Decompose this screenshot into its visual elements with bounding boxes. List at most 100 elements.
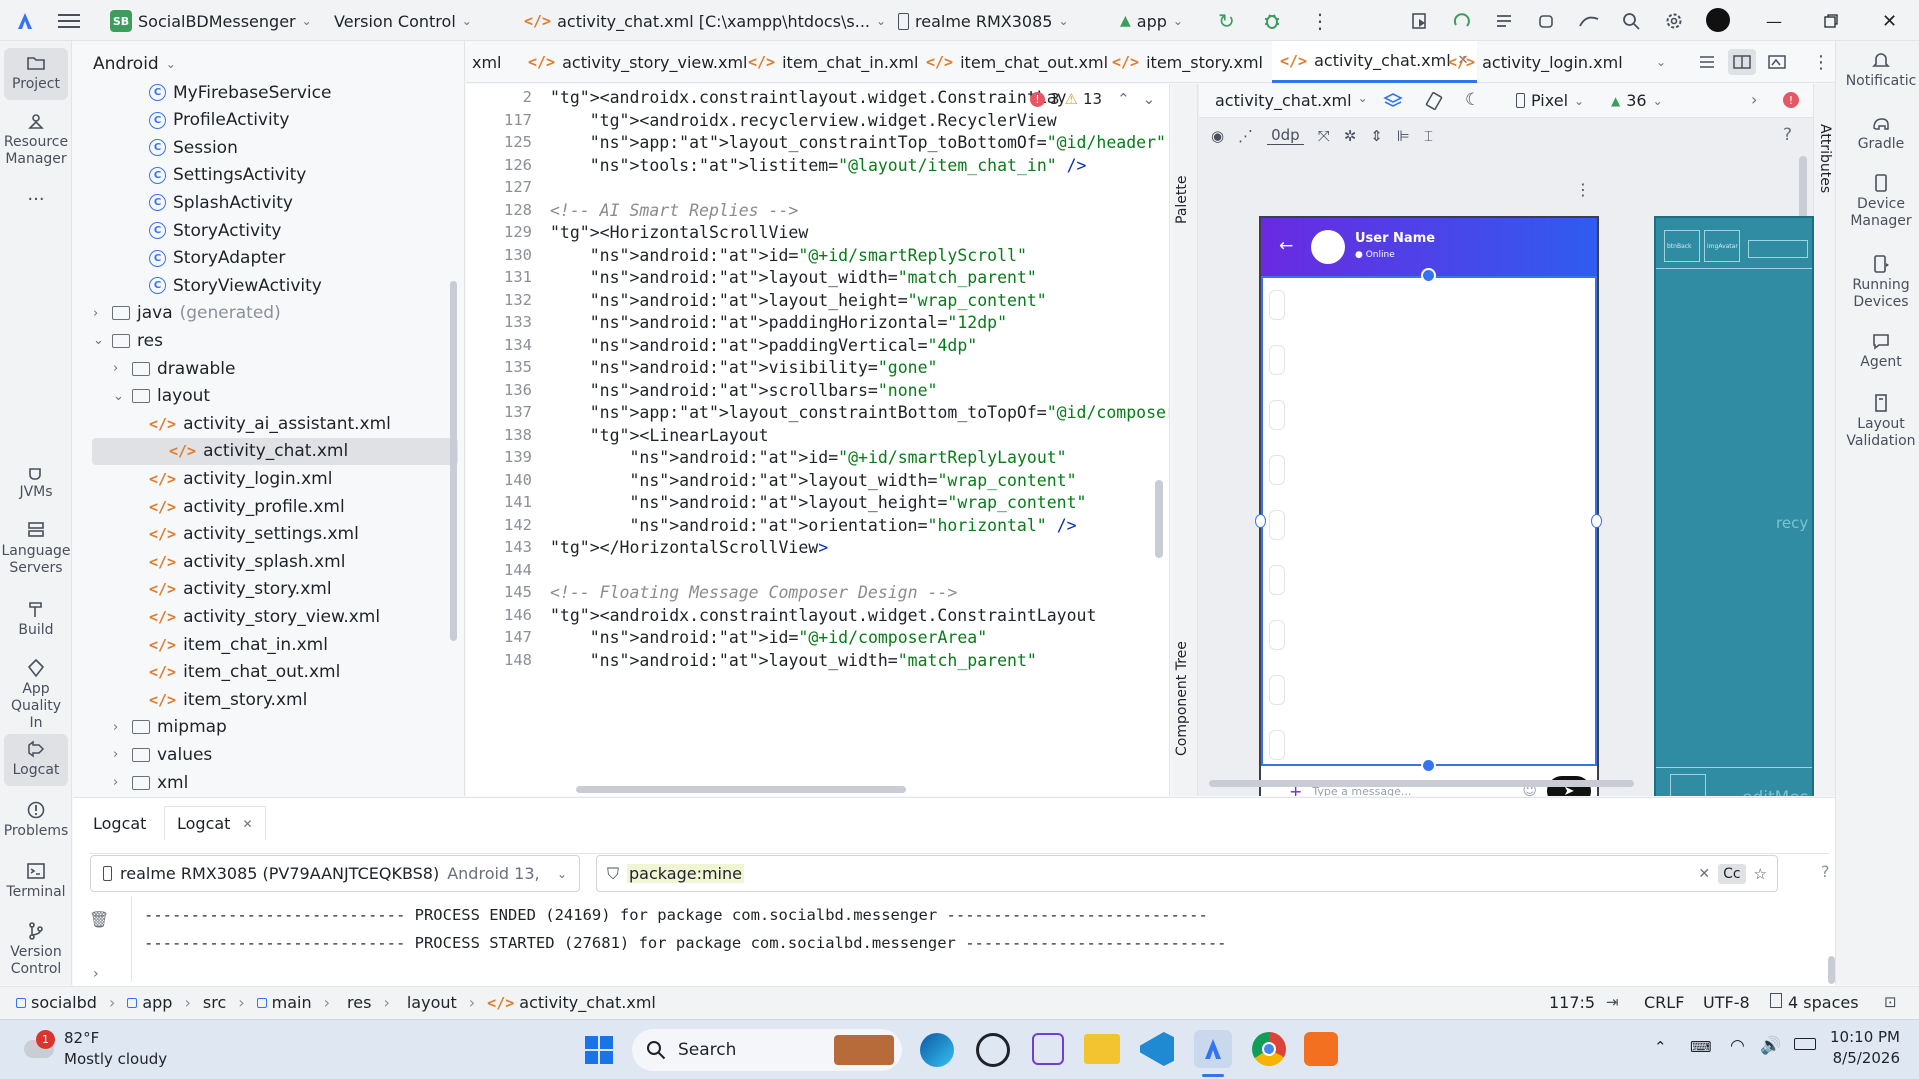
edge-icon[interactable] [920,1033,954,1067]
breadcrumb-item[interactable]: main [256,993,312,1012]
clear-constraints-icon[interactable]: ⤧ [1318,127,1330,145]
chevron-down-icon[interactable]: ⌄ [1143,90,1156,108]
more-actions-icon[interactable]: ⋮ [1812,41,1830,83]
code-line[interactable]: "ns">app:"at">layout_constraintTop_toBot… [550,133,1166,152]
tabs-dropdown-icon[interactable]: ⌄ [1656,41,1666,83]
tree-item-activity-story-view-xml[interactable]: </> activity_story_view.xml [149,603,380,630]
palette-tab[interactable]: Palette [1174,176,1190,225]
logcat-scrollbar[interactable] [1828,956,1835,984]
main-menu-icon[interactable] [58,8,80,34]
design-view-icon[interactable] [1768,41,1786,83]
tree-item-activity-ai-assistant-xml[interactable]: </> activity_ai_assistant.xml [149,410,391,437]
clear-filter-icon[interactable]: ✕ [1698,866,1710,882]
tool-version-control[interactable]: Version Control [4,921,68,978]
code-line[interactable]: "ns">android:"at">layout_width="match_pa… [550,268,1037,287]
chevron-right-icon[interactable]: › [113,775,125,790]
code-line[interactable]: "ns">android:"at">paddingHorizontal="12d… [550,313,1007,332]
code-line[interactable]: "ns">android:"at">visibility="gone" [550,358,938,377]
tab-item-chat-in[interactable]: </> item_chat_in.xml [748,41,918,83]
tree-item-activity-profile-xml[interactable]: </> activity_profile.xml [149,493,345,520]
tree-item-settingsactivity[interactable]: C SettingsActivity [149,162,306,189]
chevron-down-icon[interactable]: ⌄ [113,389,125,404]
align-icon[interactable]: ⊫ [1397,127,1410,145]
blueprint-preview[interactable]: btnBack imgAvatar recy editMes [1654,216,1814,796]
help-icon[interactable]: ? [1821,862,1830,881]
clock-date[interactable]: 8/5/2026 [1810,1049,1900,1067]
chevron-right-icon[interactable]: › [113,747,125,762]
sdk-manager-icon[interactable] [1536,8,1556,34]
code-line[interactable]: "ns">app:"at">layout_constraintBottom_to… [550,403,1169,422]
avatar[interactable] [1706,8,1730,32]
tree-item-storyadapter[interactable]: C StoryAdapter [149,245,285,272]
tree-item-activity-settings-xml[interactable]: </> activity_settings.xml [149,521,359,548]
tree-item-drawable[interactable]: › drawable [113,355,236,382]
tool-logcat[interactable]: Logcat [4,734,68,786]
tool-gradle[interactable]: Gradle [1846,113,1916,153]
tree-item-activity-login-xml[interactable]: </> activity_login.xml [149,465,332,492]
breadcrumb-item[interactable]: res [342,993,371,1012]
code-line[interactable]: "ns">android:"at">layout_height="wrap_co… [550,493,1086,512]
gradle-sync-icon[interactable] [1578,8,1600,34]
caret-position[interactable]: 117:5 [1549,993,1595,1012]
more-actions-icon[interactable]: ⋮ [1310,8,1330,34]
line-separator[interactable]: CRLF [1644,993,1684,1012]
tool-device-manager[interactable]: Device Manager [1846,173,1916,230]
chatgpt-icon[interactable] [976,1033,1010,1067]
tab-activity-chat[interactable]: </> activity_chat.xml ✕ [1272,41,1477,83]
tree-item-layout[interactable]: ⌄ layout [113,383,210,410]
logcat-device-selector[interactable]: realme RMX3085 (PV79AANJTCEQKBS8) Androi… [90,855,580,892]
android-studio-icon[interactable] [1194,1030,1232,1068]
code-line[interactable]: "ns">android:"at">layout_width="wrap_con… [550,471,1076,490]
tree-item-res[interactable]: ⌄ res [93,327,163,354]
tool-problems[interactable]: Problems [4,800,68,840]
run-config-selector[interactable]: ▲ app ⌄ [1120,8,1183,34]
tree-item-java[interactable]: › java (generated) [93,300,281,327]
indent-icon[interactable]: ⇥ [1606,993,1619,1011]
phone-preview[interactable]: ← User Name ● Online + Type a message...… [1255,216,1602,796]
weather-widget[interactable]: 1 [20,1030,56,1066]
chevron-right-icon[interactable]: › [1751,90,1757,109]
design-hscroll[interactable] [1199,780,1799,787]
editor-scrollbar[interactable] [1155,480,1163,558]
code-editor[interactable]: 2 "tg"><androidx.constraintlayout.widget.… [466,84,1170,796]
windows-start-icon[interactable] [584,1035,614,1065]
tab-item-story[interactable]: </> item_story.xml [1112,41,1263,83]
wifi-icon[interactable]: ◠ [1730,1036,1745,1056]
back-arrow-icon[interactable]: ← [1279,236,1293,256]
code-line[interactable]: "tg"></HorizontalScrollView> [550,538,828,557]
tree-item-storyactivity[interactable]: C StoryActivity [149,217,281,244]
help-icon[interactable]: ? [1783,125,1792,145]
chevron-down-icon[interactable]: ⌄ [93,333,105,348]
code-line[interactable]: "ns">android:"at">layout_height="wrap_co… [550,291,1047,310]
tool-jvms[interactable]: JVMs [4,461,68,501]
tool-app-quality[interactable]: App Quality In [4,658,68,732]
tool-notifications[interactable]: Notificatic [1846,50,1916,90]
tab-xml[interactable]: xml [472,41,502,83]
eye-icon[interactable]: ◉ [1211,127,1224,145]
close-tab-icon[interactable]: ✕ [242,817,252,831]
guidelines-icon[interactable]: ⌶ [1424,127,1433,145]
keyboard-icon[interactable]: ⌨ [1690,1038,1712,1056]
vcs-selector[interactable]: Version Control ⌄ [334,8,472,34]
orientation-icon[interactable] [1424,92,1444,110]
file-encoding[interactable]: UTF-8 [1703,993,1750,1012]
project-selector[interactable]: SB SocialBDMessenger ⌄ [110,8,312,34]
inspection-widget[interactable]: ! 3 ⚠ 13 ⌃ ⌄ [1030,90,1155,108]
xampp-icon[interactable] [1304,1032,1338,1066]
match-case-button[interactable]: Cc [1718,863,1746,884]
breadcrumb-item[interactable]: src [203,993,226,1012]
code-line[interactable]: "ns">android:"at">id="@+id/composerArea" [550,628,987,647]
code-line[interactable]: "ns">android:"at">id="@+id/smartReplyScr… [550,246,1027,265]
gear-icon[interactable] [1664,8,1684,34]
tree-item-activity-splash-xml[interactable]: </> activity_splash.xml [149,548,345,575]
constraint-handle-top[interactable] [1421,268,1436,283]
breadcrumb-item[interactable]: app [127,993,172,1012]
tree-item-session[interactable]: C Session [149,134,238,161]
vscode-icon[interactable] [1140,1032,1174,1066]
device-preview-selector[interactable]: Pixel ⌄ [1516,91,1584,110]
tool-layout-validation[interactable]: Layout Validation [1846,393,1916,450]
project-scrollbar[interactable] [450,281,457,641]
chevron-right-icon[interactable]: › [113,720,125,735]
file-explorer-icon[interactable] [1084,1034,1120,1064]
breadcrumb-item[interactable]: socialbd [16,993,97,1012]
